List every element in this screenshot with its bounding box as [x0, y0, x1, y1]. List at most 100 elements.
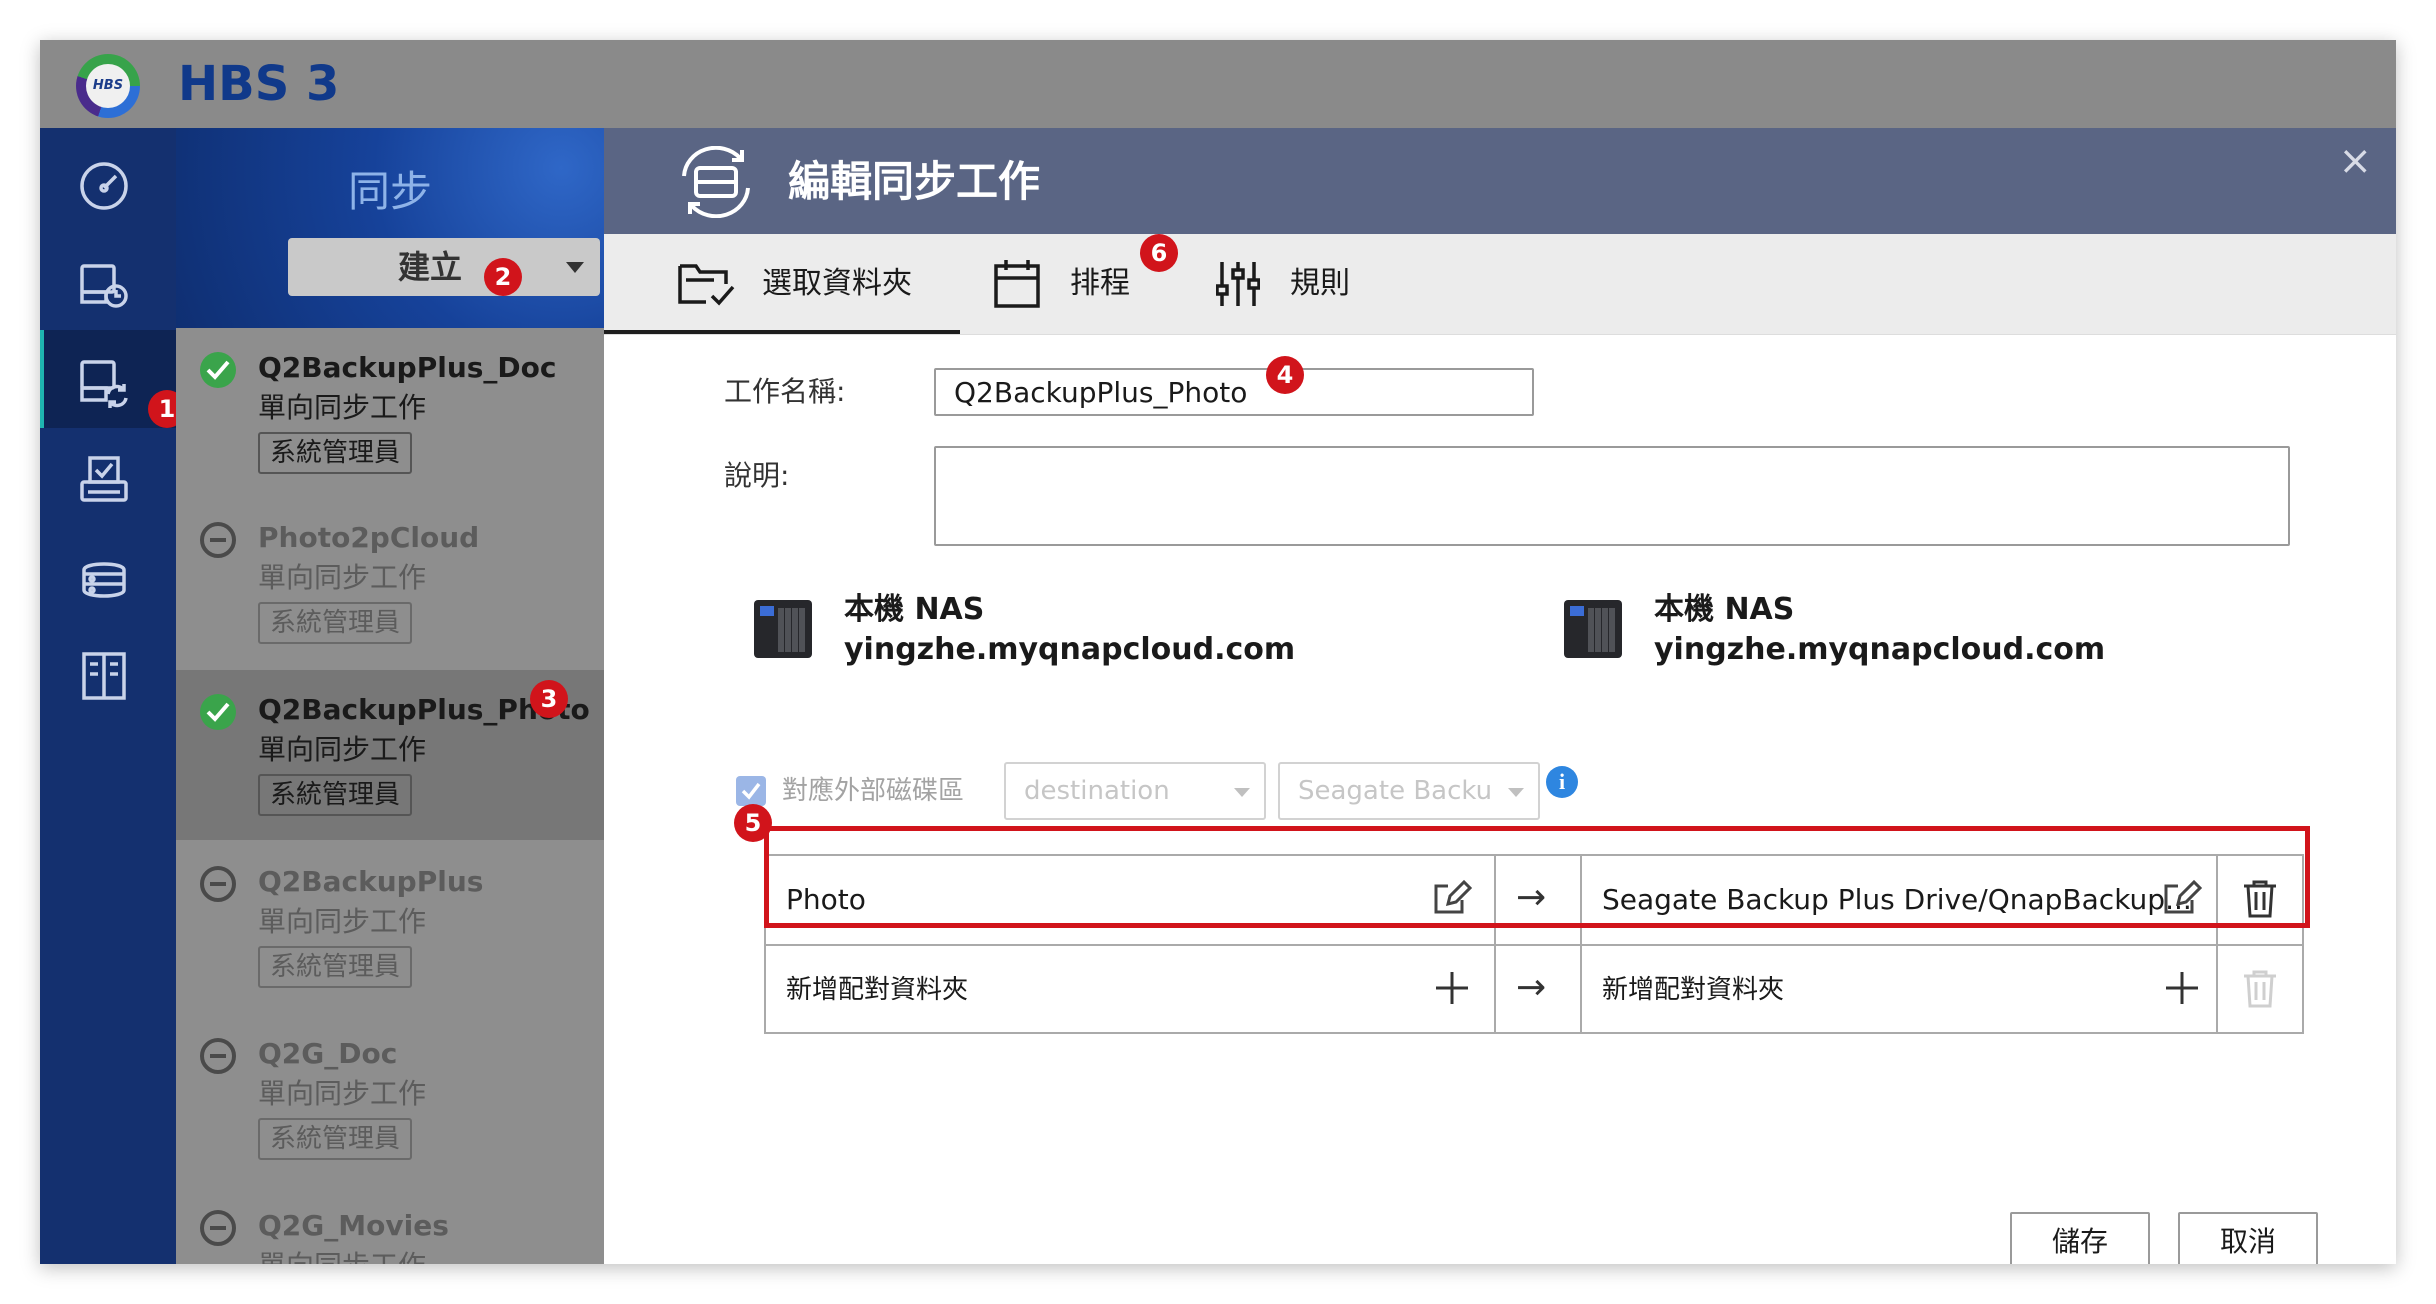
job-owner-badge: 系統管理員: [258, 432, 413, 474]
destination-nas-name: 本機 NAS: [1654, 592, 1795, 627]
tab-schedule[interactable]: 排程 6: [960, 234, 1190, 334]
nav-backup-restore[interactable]: [40, 232, 176, 330]
trash-icon: [2244, 970, 2276, 1008]
status-disabled-icon: [200, 522, 236, 558]
hbs-logo: HBS: [76, 54, 140, 118]
edit-sync-job-dialog: 編輯同步工作 × 選取資料夾 排程 6 規則 工作名稱: Q2BackupPlu…: [604, 128, 2396, 1264]
logs-icon: [82, 652, 126, 700]
info-icon[interactable]: i: [1546, 766, 1578, 798]
sync-job-item[interactable]: Photo2pCloud 單向同步工作 系統管理員: [176, 498, 604, 668]
source-nas-name: 本機 NAS: [844, 592, 985, 627]
dialog-tabs: 選取資料夾 排程 6 規則: [604, 234, 2396, 335]
sync-jobs-panel: 同步 建立 2 Q2BackupPlus_Doc 單向同步工作 系統管理員 Ph…: [176, 128, 604, 1264]
job-type: 單向同步工作: [258, 733, 427, 766]
folder-pair-row: Photo → Seagate Backup Plus Drive/QnapBa…: [766, 856, 2302, 946]
destination-nas-host: yingzhe.myqnapcloud.com: [1654, 632, 2106, 667]
job-owner-badge: 系統管理員: [258, 774, 413, 816]
job-owner-badge: 系統管理員: [258, 602, 413, 644]
plus-icon[interactable]: [1432, 968, 1472, 1008]
delete-cell: [2218, 946, 2302, 1034]
nav-storage-spaces[interactable]: [40, 526, 176, 624]
chevron-down-icon[interactable]: [566, 262, 584, 273]
volume-select[interactable]: destination: [1004, 762, 1266, 820]
annotation-badge-2: 2: [484, 258, 522, 296]
checkmark-icon: [741, 782, 761, 800]
job-name-label: 工作名稱:: [724, 375, 846, 408]
delete-cell: [2218, 856, 2302, 944]
dialog-header: 編輯同步工作 ×: [604, 128, 2396, 234]
storage-spaces-icon: [82, 562, 126, 598]
tab-select-folder[interactable]: 選取資料夾: [604, 234, 960, 334]
calendar-icon: [994, 260, 1040, 308]
arrow-cell: →: [1496, 856, 1582, 944]
annotation-badge-6: 6: [1140, 234, 1178, 272]
add-source-cell[interactable]: 新增配對資料夾: [766, 946, 1496, 1034]
job-name-input[interactable]: [934, 368, 1534, 416]
cancel-button[interactable]: 取消: [2178, 1212, 2318, 1264]
nav-services[interactable]: [40, 428, 176, 526]
add-folder-pair-row: 新增配對資料夾 → 新增配對資料夾: [766, 946, 2302, 1034]
job-name: Photo2pCloud: [258, 521, 480, 554]
status-disabled-icon: [200, 866, 236, 902]
sync-panel-header: 同步 建立 2: [176, 128, 604, 328]
job-name: Q2G_Doc: [258, 1037, 398, 1070]
tab-rules[interactable]: 規則: [1190, 234, 1410, 334]
status-disabled-icon: [200, 1210, 236, 1246]
nas-device-icon: [1564, 600, 1622, 658]
sync-job-icon: [682, 146, 750, 218]
edit-icon[interactable]: [2162, 878, 2202, 918]
annotation-badge-4: 4: [1266, 356, 1304, 394]
source-nas-host: yingzhe.myqnapcloud.com: [844, 632, 1296, 667]
job-type: 單向同步工作: [258, 1246, 426, 1264]
destination-folder-cell: Seagate Backup Plus Drive/QnapBackup...: [1582, 856, 2218, 944]
services-icon: [80, 456, 128, 502]
job-type: 單向同步工作: [258, 561, 427, 594]
create-button-label: 建立: [398, 248, 463, 286]
annotation-badge-5: 5: [734, 804, 772, 842]
status-ok-icon: [200, 694, 236, 730]
sync-job-item[interactable]: Q2G_Doc 單向同步工作 系統管理員: [176, 1014, 604, 1184]
description-textarea[interactable]: [934, 446, 2290, 546]
job-owner-badge: 系統管理員: [258, 946, 413, 988]
plus-icon[interactable]: [2162, 968, 2202, 1008]
sliders-icon: [1216, 262, 1260, 306]
sync-job-item-selected[interactable]: Q2BackupPlus_Photo 單向同步工作 系統管理員 3: [176, 670, 604, 840]
destination-folder-path: Seagate Backup Plus Drive/QnapBackup...: [1602, 883, 2192, 916]
sync-job-item[interactable]: Q2G_Movies 單向同步工作: [176, 1186, 604, 1264]
nas-device-icon: [754, 600, 812, 658]
close-icon[interactable]: ×: [2338, 136, 2372, 186]
app-title: HBS 3: [178, 56, 340, 112]
save-button[interactable]: 儲存: [2010, 1212, 2150, 1264]
status-ok-icon: [200, 352, 236, 388]
sync-job-item[interactable]: Q2BackupPlus 單向同步工作 系統管理員: [176, 842, 604, 1012]
trash-icon[interactable]: [2242, 878, 2278, 918]
status-disabled-icon: [200, 1038, 236, 1074]
external-volume-label: 對應外部磁碟區: [782, 776, 965, 806]
external-volume-checkbox[interactable]: [736, 776, 766, 806]
tab-label: 選取資料夾: [762, 266, 912, 301]
drive-select[interactable]: Seagate Backu: [1278, 762, 1540, 820]
add-destination-cell[interactable]: 新增配對資料夾: [1582, 946, 2218, 1034]
hbs-window: HBS HBS 3 1 同步 建立 2 Q2BackupPlus_Doc 單向同…: [40, 40, 2396, 1264]
source-folder-cell: Photo: [766, 856, 1496, 944]
add-source-label: 新增配對資料夾: [786, 975, 969, 1005]
dashboard-icon: [80, 162, 128, 210]
app-titlebar: HBS HBS 3: [40, 40, 2396, 128]
sync-job-item[interactable]: Q2BackupPlus_Doc 單向同步工作 系統管理員: [176, 328, 604, 498]
create-sync-job-button[interactable]: 建立: [288, 238, 600, 296]
arrow-right-icon: →: [1516, 877, 1547, 918]
edit-icon[interactable]: [1432, 878, 1472, 918]
nav-logs[interactable]: [40, 624, 176, 722]
job-type: 單向同步工作: [258, 1077, 427, 1110]
job-owner-badge: 系統管理員: [258, 1118, 413, 1160]
nav-overview[interactable]: [40, 134, 176, 232]
arrow-right-icon: →: [1516, 967, 1547, 1008]
job-type: 單向同步工作: [258, 905, 427, 938]
job-name: Q2BackupPlus: [258, 865, 484, 898]
tab-label: 規則: [1290, 266, 1350, 301]
job-type: 單向同步工作: [258, 391, 427, 424]
description-label: 說明:: [724, 459, 790, 492]
backup-restore-icon: [80, 264, 128, 308]
sync-icon: [80, 360, 128, 408]
folder-select-icon: [678, 264, 735, 306]
